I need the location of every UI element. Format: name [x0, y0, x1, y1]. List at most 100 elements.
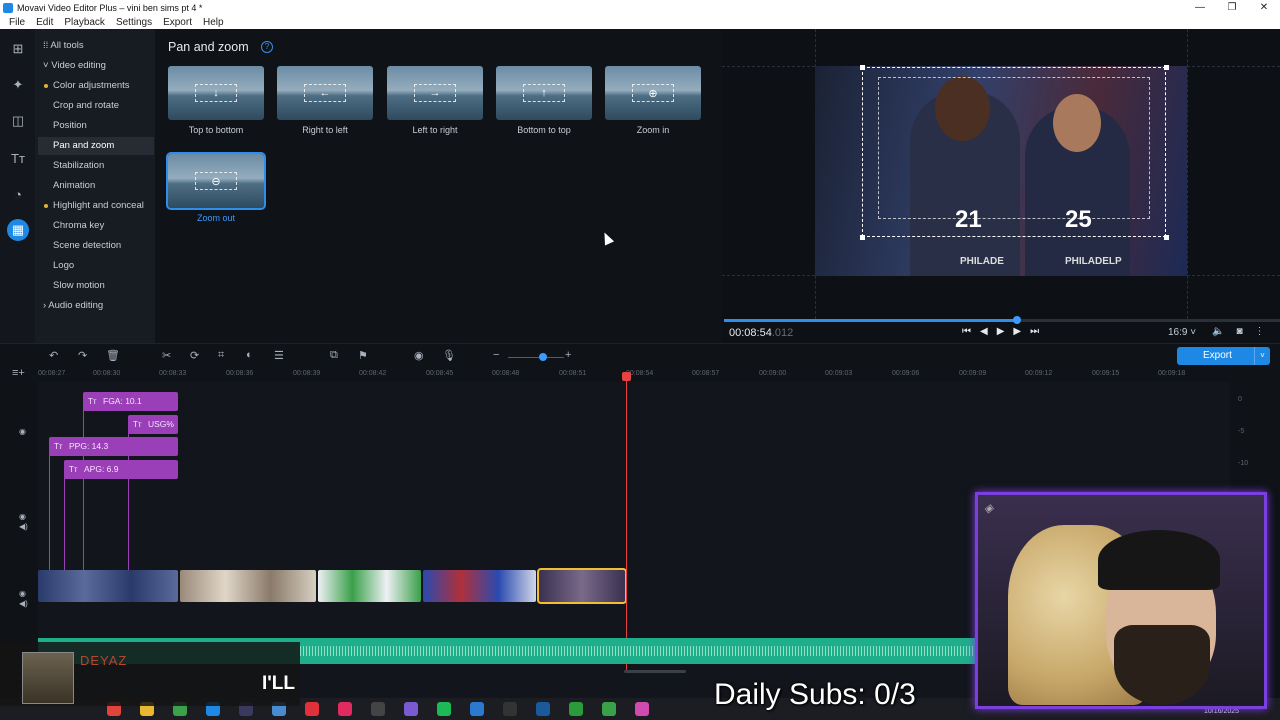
timeline-scrollbar[interactable]	[624, 670, 686, 673]
resize-handle[interactable]	[1164, 65, 1169, 70]
sidebar-item-pan-zoom[interactable]: Pan and zoom	[38, 137, 154, 155]
video-clip[interactable]	[38, 570, 178, 602]
window-title: Movavi Video Editor Plus – vini ben sims…	[17, 2, 203, 13]
sidebar-item-chroma-key[interactable]: Chroma key	[38, 217, 154, 235]
stickers-icon[interactable]: ◔	[7, 183, 29, 205]
app-icon[interactable]	[602, 702, 616, 716]
menu-settings[interactable]: Settings	[116, 17, 152, 28]
skip-start-icon[interactable]: ⏮	[962, 326, 971, 337]
step-back-icon[interactable]: ◀	[980, 326, 988, 337]
sidebar-item-scene-detection[interactable]: Scene detection	[38, 237, 154, 255]
video-clip[interactable]	[180, 570, 316, 602]
speaker-icon[interactable]: ◀)	[19, 599, 28, 608]
sidebar-item-position[interactable]: Position	[38, 117, 154, 135]
zoom-in-timeline-icon[interactable]: +	[565, 349, 571, 361]
preset-zoom-out[interactable]: ⊖ Zoom out	[166, 152, 266, 223]
steam-icon[interactable]	[536, 702, 550, 716]
resize-handle[interactable]	[860, 65, 865, 70]
menu-help[interactable]: Help	[203, 17, 224, 28]
play-icon[interactable]: ▶	[997, 326, 1005, 337]
help-icon[interactable]: ?	[261, 41, 273, 53]
timeline-ruler[interactable]: ≡+ 00:08:27 00:08:30 00:08:33 00:08:36 0…	[0, 367, 1280, 382]
sidebar-item-slow-motion[interactable]: Slow motion	[38, 277, 154, 295]
title-clip[interactable]: FGA: 10.1	[83, 392, 178, 411]
volume-icon[interactable]: 🔈	[1212, 326, 1224, 337]
app-icon[interactable]	[404, 702, 418, 716]
video-clip-selected[interactable]	[537, 568, 627, 604]
more-icon[interactable]: ⋮	[1255, 326, 1265, 337]
menu-export[interactable]: Export	[163, 17, 192, 28]
export-dropdown[interactable]: ˅	[1254, 347, 1270, 365]
transitions-icon[interactable]: ◫	[7, 110, 29, 132]
add-track-icon[interactable]: ≡+	[12, 367, 25, 379]
video-clip[interactable]	[423, 570, 536, 602]
delete-icon[interactable]: 🗑	[106, 349, 120, 362]
pan-zoom-end-frame[interactable]	[878, 77, 1150, 219]
menu-file[interactable]: File	[9, 17, 25, 28]
skip-end-icon[interactable]: ⏭	[1030, 326, 1039, 337]
epic-icon[interactable]	[503, 702, 517, 716]
sidebar-item-all-tools[interactable]: ⁞⁞ All tools	[38, 37, 154, 55]
rotate-icon[interactable]: ⟳	[190, 349, 199, 362]
step-forward-icon[interactable]: ▶	[1013, 326, 1021, 337]
preset-top-to-bottom[interactable]: ↓ Top to bottom	[168, 66, 264, 135]
timeline-zoom-knob[interactable]	[539, 353, 547, 361]
store-icon[interactable]	[470, 702, 484, 716]
preset-bottom-to-top[interactable]: ↑ Bottom to top	[496, 66, 592, 135]
clip-properties-icon[interactable]: ☰	[274, 349, 284, 362]
preview-seekbar[interactable]	[724, 316, 1280, 324]
aspect-ratio-select[interactable]: 16:9 ˅	[1168, 327, 1196, 338]
crop-icon[interactable]: ⌗	[218, 349, 224, 362]
eye-icon[interactable]: ◉	[19, 427, 26, 436]
eye-icon[interactable]: ◉	[19, 512, 26, 521]
snapshot-icon[interactable]: ◙	[1236, 326, 1242, 337]
title-clip[interactable]: PPG: 14.3	[49, 437, 178, 456]
redo-icon[interactable]: ↷	[78, 349, 87, 362]
magic-wand-icon[interactable]: ✦	[7, 74, 29, 96]
title-clip[interactable]: USG%	[128, 415, 178, 434]
microphone-icon[interactable]: 🎙	[442, 349, 456, 362]
app-icon[interactable]	[635, 702, 649, 716]
playhead[interactable]	[622, 372, 631, 672]
import-icon[interactable]: ⊞	[7, 38, 29, 60]
more-tools-icon[interactable]: ▦	[7, 219, 29, 241]
maximize-button[interactable]: ❐	[1216, 0, 1248, 15]
sidebar-item-highlight-conceal[interactable]: Highlight and conceal	[38, 197, 154, 215]
resize-handle[interactable]	[1164, 235, 1169, 240]
titles-icon[interactable]: Tт	[7, 147, 29, 169]
color-icon[interactable]: ◐	[246, 349, 253, 361]
sidebar-item-stabilization[interactable]: Stabilization	[38, 157, 154, 175]
zoom-out-timeline-icon[interactable]: −	[493, 349, 499, 361]
preset-right-to-left[interactable]: ← Right to left	[277, 66, 373, 135]
sidebar-item-logo[interactable]: Logo	[38, 257, 154, 275]
marker-icon[interactable]: ⚑	[358, 349, 368, 362]
title-clip[interactable]: APG: 6.9	[64, 460, 178, 479]
undo-icon[interactable]: ↶	[49, 349, 58, 362]
seekbar-knob[interactable]	[1013, 316, 1021, 324]
sidebar-item-animation[interactable]: Animation	[38, 177, 154, 195]
preset-left-to-right[interactable]: → Left to right	[387, 66, 483, 135]
sidebar-item-color-adjustments[interactable]: Color adjustments	[38, 77, 154, 95]
sidebar-item-video-editing[interactable]: ˅ Video editing	[38, 57, 154, 75]
spotify-icon[interactable]	[437, 702, 451, 716]
app-icon[interactable]	[305, 702, 319, 716]
cut-icon[interactable]: ✂	[162, 349, 171, 362]
export-button[interactable]: Export ˅	[1177, 347, 1270, 365]
menu-edit[interactable]: Edit	[36, 17, 53, 28]
app-icon[interactable]	[371, 702, 385, 716]
video-clip[interactable]	[318, 570, 421, 602]
sidebar-item-crop-rotate[interactable]: Crop and rotate	[38, 97, 154, 115]
timeline-zoom-track[interactable]	[508, 357, 564, 358]
resize-handle[interactable]	[860, 235, 865, 240]
minimize-button[interactable]: —	[1184, 0, 1216, 15]
pip-icon[interactable]: ⧉	[330, 349, 338, 362]
sidebar-item-audio-editing[interactable]: › Audio editing	[38, 297, 154, 315]
menu-playback[interactable]: Playback	[64, 17, 105, 28]
close-button[interactable]: ✕	[1248, 0, 1280, 15]
record-icon[interactable]: ◉	[414, 349, 424, 362]
preset-zoom-in[interactable]: ⊕ Zoom in	[605, 66, 701, 135]
app-icon[interactable]	[338, 702, 352, 716]
eye-icon[interactable]: ◉	[19, 589, 26, 598]
speaker-icon[interactable]: ◀)	[19, 522, 28, 531]
xbox-icon[interactable]	[569, 702, 583, 716]
